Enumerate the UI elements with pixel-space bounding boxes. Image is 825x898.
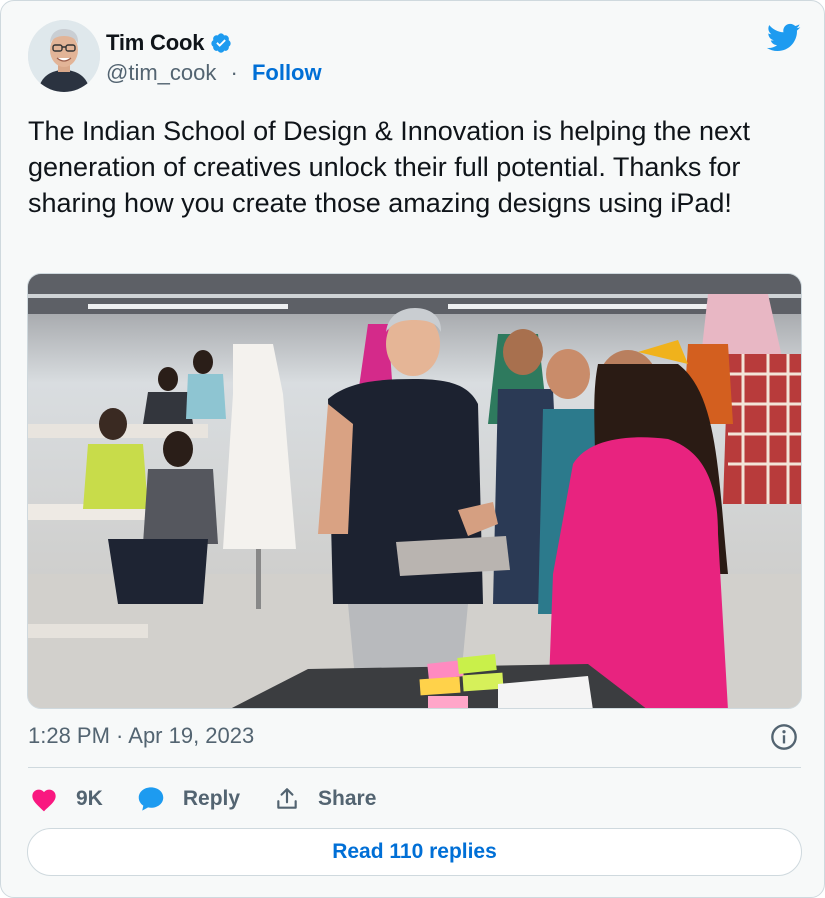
like-button[interactable]: 9K (30, 786, 103, 812)
tweet-photo[interactable] (27, 273, 802, 709)
author-name-text: Tim Cook (106, 30, 205, 55)
design-studio-photo (28, 274, 801, 708)
divider (28, 767, 801, 768)
info-icon[interactable] (770, 723, 798, 751)
author-avatar[interactable] (28, 20, 100, 92)
twitter-logo-icon[interactable] (767, 23, 801, 53)
share-button[interactable]: Share (274, 786, 376, 812)
share-icon (277, 788, 297, 809)
tweet-actions: 9K Reply Share (30, 781, 410, 817)
author-handle[interactable]: @tim_cook (106, 60, 216, 85)
author-handle-row: @tim_cook · Follow (106, 60, 322, 86)
read-replies-button[interactable]: Read 110 replies (27, 828, 802, 876)
handle-separator: · (230, 60, 238, 85)
share-label: Share (318, 787, 377, 810)
reply-label: Reply (182, 787, 241, 810)
heart-icon (32, 789, 56, 812)
avatar-image (28, 20, 100, 92)
reply-bubble-icon (138, 787, 164, 811)
author-name[interactable]: Tim Cook (106, 30, 232, 56)
verified-badge-icon (211, 33, 231, 53)
tweet-timestamp[interactable]: 1:28 PM · Apr 19, 2023 (28, 723, 254, 749)
follow-button[interactable]: Follow (252, 60, 322, 85)
like-count: 9K (76, 787, 103, 810)
read-replies-label: Read 110 replies (332, 840, 497, 863)
reply-button[interactable]: Reply (137, 786, 240, 812)
tweet-text: The Indian School of Design & Innovation… (28, 116, 750, 218)
tweet-card: Tim Cook @tim_cook · Follow The Indian S… (0, 0, 825, 898)
